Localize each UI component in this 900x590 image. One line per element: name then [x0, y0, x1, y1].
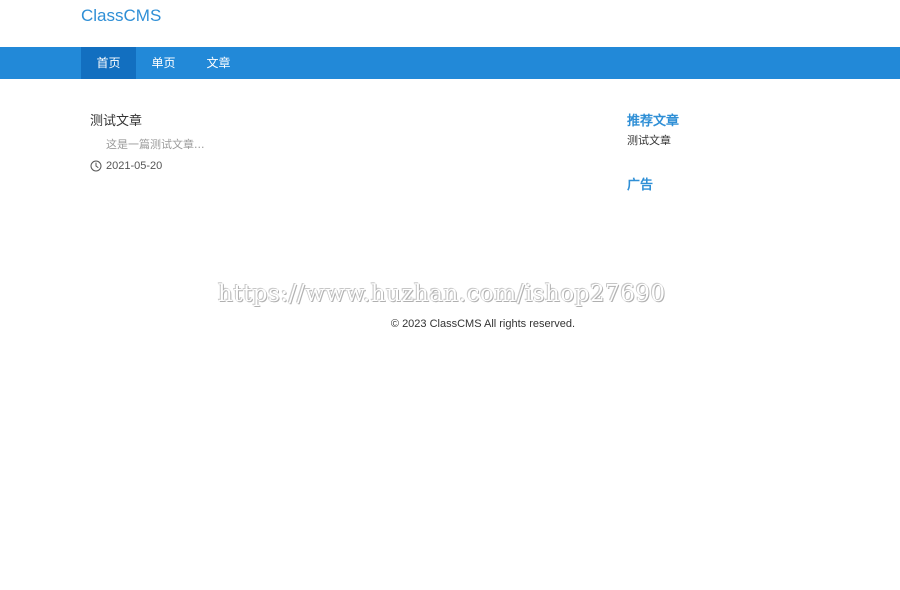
ads-block: 广告: [627, 176, 827, 196]
site-footer: © 2023 ClassCMS All rights reserved.: [0, 318, 900, 330]
clock-icon: [90, 160, 102, 172]
recommended-heading: 推荐文章: [627, 114, 680, 129]
main-nav: 首页 单页 文章: [0, 47, 900, 79]
article-title[interactable]: 测试文章: [90, 112, 590, 132]
site-logo[interactable]: ClassCMS: [81, 6, 161, 26]
article-meta: 2021-05-20: [90, 158, 590, 174]
site-header: ClassCMS: [0, 0, 900, 47]
article-list: 测试文章 这是一篇测试文章... 2021-05-20: [90, 112, 590, 174]
footer-copyright: © 2023 ClassCMS All rights reserved.: [390, 318, 576, 330]
article-summary: 这是一篇测试文章...: [106, 138, 205, 151]
nav-item-articles[interactable]: 文章: [191, 47, 246, 79]
article-item: 测试文章 这是一篇测试文章... 2021-05-20: [90, 112, 590, 174]
article-date: 2021-05-20: [106, 160, 163, 172]
nav-item-home[interactable]: 首页: [81, 47, 136, 79]
nav-item-single-page[interactable]: 单页: [136, 47, 191, 79]
page: ClassCMS 首页 单页 文章 测试文章 这是一篇测试文章... 2021-…: [0, 0, 900, 590]
sidebar: 推荐文章 测试文章 广告: [627, 112, 827, 196]
ads-heading: 广告: [627, 178, 654, 193]
watermark-text: https://www.huzhan.com/ishop27690: [218, 281, 666, 307]
nav-list: 首页 单页 文章: [81, 47, 246, 79]
recommended-block: 推荐文章 测试文章: [627, 112, 827, 150]
recommended-item[interactable]: 测试文章: [627, 132, 827, 150]
